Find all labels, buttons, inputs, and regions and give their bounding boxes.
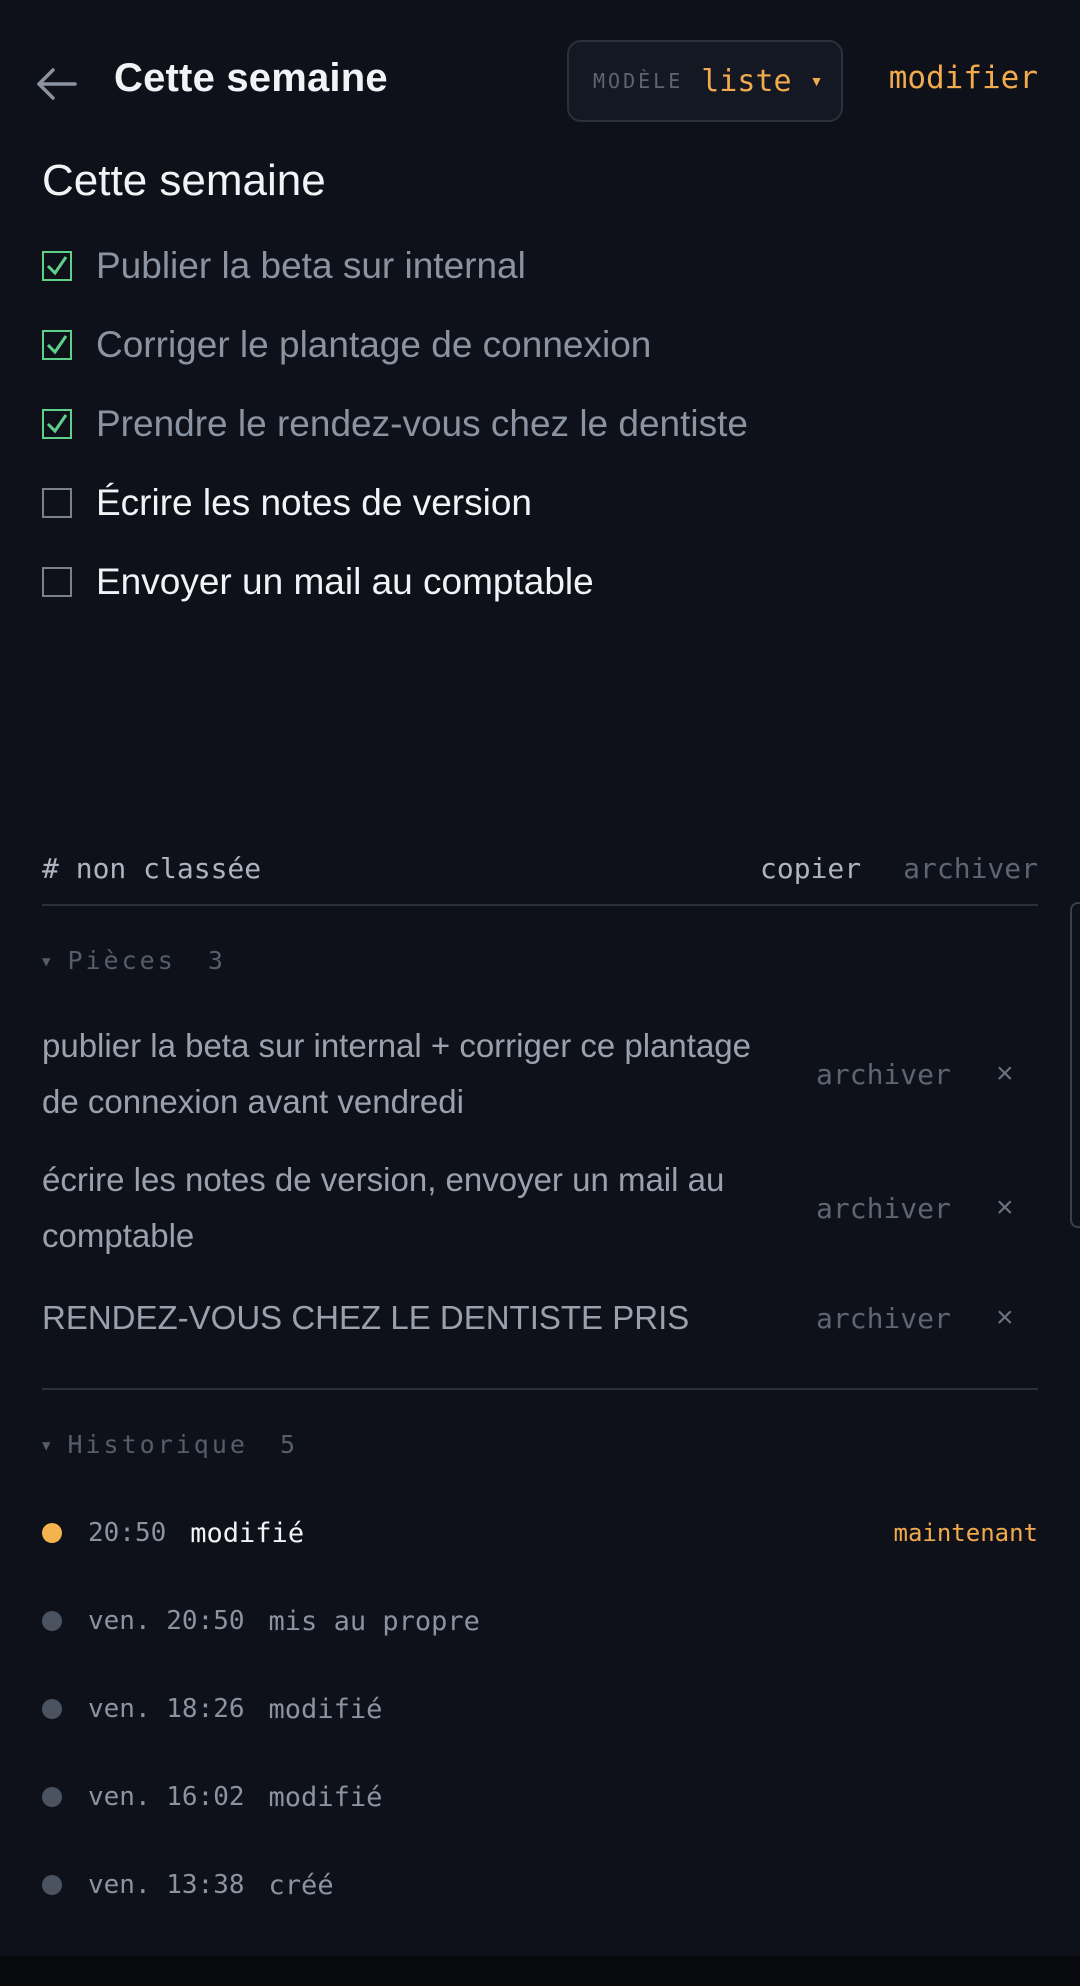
model-select-label: MODÈLE	[593, 69, 684, 93]
piece-text: RENDEZ-VOUS CHEZ LE DENTISTE PRIS	[42, 1299, 690, 1336]
page-title: Cette semaine	[114, 56, 388, 100]
section-actions: copier archiver	[760, 852, 1038, 885]
checklist-item-text: Écrire les notes de version	[96, 481, 532, 523]
checklist-item[interactable]: Prendre le rendez-vous chez le dentiste	[42, 384, 1042, 463]
history-action: modifié	[268, 1781, 383, 1813]
history-time: 20:50	[88, 1518, 167, 1548]
piece-text: publier la beta sur internal + corriger …	[42, 1027, 752, 1120]
archive-piece-button[interactable]: archiver	[816, 1192, 951, 1225]
history-toggle[interactable]: ▼ Historique 5	[42, 1430, 298, 1459]
checkmark-icon	[46, 255, 68, 275]
history-time: ven. 18:26	[88, 1694, 245, 1724]
status-dot-icon	[42, 1875, 62, 1895]
caret-down-icon: ▼	[809, 73, 824, 89]
archive-piece-button[interactable]: archiver	[816, 1302, 951, 1335]
status-dot-icon	[42, 1787, 62, 1807]
model-select-value: liste	[701, 63, 792, 99]
piece-item: RENDEZ-VOUS CHEZ LE DENTISTE PRIS archiv…	[42, 1290, 1038, 1346]
history-item[interactable]: 20:50 modifié maintenant	[42, 1513, 1038, 1553]
checklist-item[interactable]: Envoyer un mail au comptable	[42, 542, 1042, 621]
current-badge: maintenant	[893, 1519, 1039, 1547]
checkbox-checked[interactable]	[42, 329, 72, 360]
top-bar: Cette semaine MODÈLE liste ▼ modifier	[0, 0, 1080, 162]
checkmark-icon	[46, 413, 68, 433]
caret-down-icon: ▼	[42, 954, 54, 970]
history-action: mis au propre	[268, 1605, 480, 1637]
checkbox-unchecked[interactable]	[42, 487, 72, 518]
history-action: créé	[268, 1869, 334, 1901]
checkbox-checked[interactable]	[42, 408, 72, 439]
pieces-count: 3	[207, 946, 226, 975]
piece-text: écrire les notes de version, envoyer un …	[42, 1161, 725, 1254]
back-button[interactable]	[32, 60, 80, 108]
model-select[interactable]: MODÈLE liste ▼	[567, 40, 843, 122]
divider	[42, 1388, 1038, 1390]
status-dot-icon	[42, 1699, 62, 1719]
edit-button[interactable]: modifier	[889, 60, 1038, 96]
section-bar: # non classée copier archiver	[42, 832, 1038, 906]
checklist: Publier la beta sur internal Corriger le…	[42, 226, 1042, 621]
section-name: # non classée	[42, 851, 262, 885]
status-dot-icon	[42, 1611, 62, 1631]
history-item[interactable]: ven. 18:26 modifié	[42, 1689, 1038, 1729]
close-icon[interactable]: ×	[996, 1057, 1014, 1091]
scrollbar[interactable]	[1070, 902, 1080, 1228]
note-title: Cette semaine	[42, 156, 326, 205]
history-item[interactable]: ven. 16:02 modifié	[42, 1777, 1038, 1817]
checkbox-unchecked[interactable]	[42, 566, 72, 597]
archive-piece-button[interactable]: archiver	[816, 1058, 951, 1091]
history-time: ven. 20:50	[88, 1606, 245, 1636]
history-action: modifié	[268, 1693, 383, 1725]
checklist-item[interactable]: Publier la beta sur internal	[42, 226, 1042, 305]
checklist-item-text: Publier la beta sur internal	[96, 244, 526, 286]
bottom-bar	[0, 1956, 1080, 1986]
pieces-label: Pièces	[67, 946, 176, 975]
history-label: Historique	[67, 1430, 248, 1459]
close-icon[interactable]: ×	[996, 1191, 1014, 1225]
piece-item: écrire les notes de version, envoyer un …	[42, 1152, 1038, 1264]
status-dot-icon	[42, 1523, 62, 1543]
history-action: modifié	[190, 1517, 305, 1549]
checklist-item[interactable]: Corriger le plantage de connexion	[42, 305, 1042, 384]
archive-section-button[interactable]: archiver	[903, 852, 1038, 885]
pieces-toggle[interactable]: ▼ Pièces 3	[42, 946, 226, 975]
checkbox-checked[interactable]	[42, 250, 72, 281]
checklist-item[interactable]: Écrire les notes de version	[42, 463, 1042, 542]
history-time: ven. 13:38	[88, 1870, 245, 1900]
history-item[interactable]: ven. 20:50 mis au propre	[42, 1601, 1038, 1641]
checklist-item-text: Corriger le plantage de connexion	[96, 323, 652, 365]
history-item[interactable]: ven. 13:38 créé	[42, 1865, 1038, 1905]
caret-down-icon: ▼	[42, 1438, 54, 1454]
copy-button[interactable]: copier	[760, 852, 861, 885]
history-count: 5	[280, 1430, 299, 1459]
checklist-item-text: Prendre le rendez-vous chez le dentiste	[96, 402, 748, 444]
checkmark-icon	[46, 334, 68, 354]
history-time: ven. 16:02	[88, 1782, 245, 1812]
piece-item: publier la beta sur internal + corriger …	[42, 1018, 1038, 1130]
arrow-left-icon	[37, 68, 77, 100]
close-icon[interactable]: ×	[996, 1301, 1014, 1335]
checklist-item-text: Envoyer un mail au comptable	[96, 560, 594, 602]
